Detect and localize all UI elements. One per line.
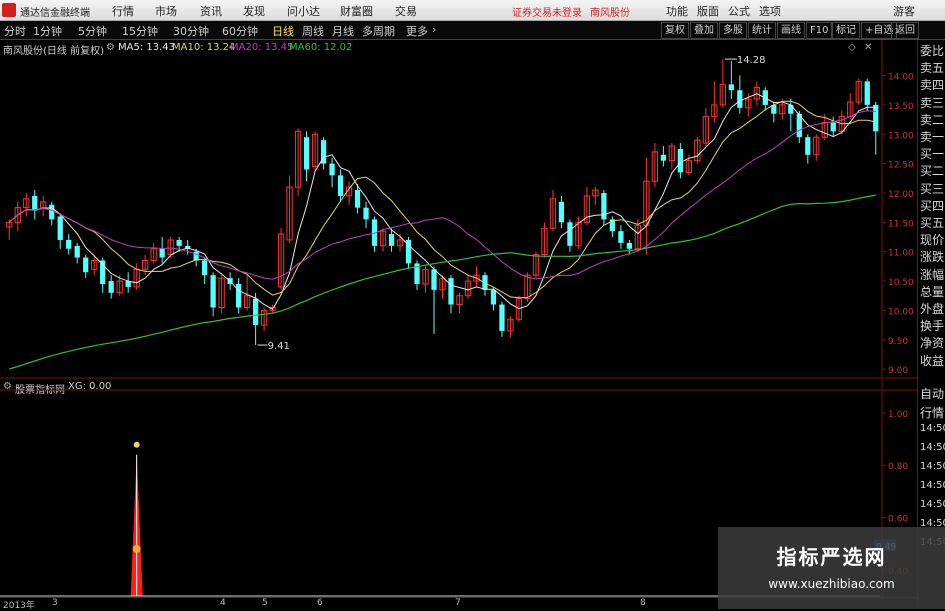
quote-field-label: 卖五 <box>920 61 945 76</box>
candle-down <box>677 148 683 173</box>
trade-time: 14:50 <box>920 442 945 453</box>
quote-field-label: 总量 <box>920 284 945 299</box>
candle-down <box>176 239 182 246</box>
candle-down <box>873 104 879 132</box>
candle-down <box>57 216 63 240</box>
candle-down <box>235 283 242 308</box>
sub-tick-label: 0.60 <box>888 515 908 525</box>
trade-time: 14:50 <box>920 461 945 472</box>
candle-down <box>252 298 259 326</box>
quote-field-label: 买二 <box>920 164 945 179</box>
x-tick-label: 5 <box>262 598 268 608</box>
signal-marker-icon <box>132 544 141 553</box>
quote-field-label: 涨幅 <box>920 267 945 282</box>
candle-down <box>830 122 836 132</box>
candle-down <box>788 104 794 114</box>
candle-down <box>626 242 633 249</box>
candle-down <box>363 207 369 220</box>
kline-chart[interactable]: 14.00 13.50 13.00 12.50 12.00 11.50 11.00 10.50… <box>0 0 917 597</box>
candle-down <box>864 81 870 105</box>
quote-field-label: 卖三 <box>920 95 945 110</box>
price-tick-label: 12.50 <box>888 161 914 171</box>
right-info-panel: 委比卖五卖四卖三卖二卖一买一买二买三买四买五现价涨跌涨幅总量外盘换手净资收益自动… <box>917 40 945 609</box>
candle-down <box>32 195 38 211</box>
quote-field-label: 卖二 <box>920 112 945 127</box>
candle-down <box>337 175 344 196</box>
quote-field-label: 买五 <box>920 216 945 230</box>
quote-field-label: 净资 <box>920 336 945 351</box>
candle-down <box>354 190 361 208</box>
low-price-label: 9.41 <box>268 341 290 352</box>
sub-tick-label: 0.80 <box>888 462 908 472</box>
sub-tick-label: 1.00 <box>888 410 908 420</box>
candle-down <box>74 245 80 258</box>
quote-field-label: 外盘 <box>920 302 945 316</box>
price-tick-label: 11.00 <box>888 249 914 259</box>
auto-quote-label[interactable]: 行情 <box>920 404 944 421</box>
candle-down <box>737 90 743 108</box>
candle-down <box>448 278 454 305</box>
ma20-line <box>8 110 876 280</box>
x-tick-label: 2013年 <box>3 601 35 611</box>
candle-down <box>499 304 505 331</box>
quote-field-label: 换手 <box>920 319 945 334</box>
candle-down <box>388 234 395 246</box>
quote-field-label: 买三 <box>920 181 945 196</box>
high-price-label: 14.28 <box>737 55 766 66</box>
candle-down <box>159 248 165 258</box>
candle-down <box>805 137 811 155</box>
candle-down <box>210 275 216 308</box>
price-tick-label: 9.50 <box>888 337 908 347</box>
quote-field-label: 卖四 <box>920 78 945 93</box>
candle-down <box>193 251 199 261</box>
ma10-line <box>8 100 876 299</box>
candle-down <box>431 269 437 290</box>
trade-time: 14:50 <box>920 499 945 510</box>
x-tick-label: 8 <box>640 598 646 608</box>
candle-down <box>567 222 573 246</box>
watermark: 指标严选网 www.xuezhibiao.com <box>718 527 945 609</box>
price-tick-label: 10.50 <box>888 278 914 288</box>
watermark-title: 指标严选网 <box>776 545 887 569</box>
quote-field-label: 收益 <box>920 353 945 368</box>
auto-quote-label[interactable]: 自动 <box>920 385 944 402</box>
signal-dot-icon <box>133 441 140 448</box>
candle-down <box>601 192 607 220</box>
quote-field-label: 涨跌 <box>920 250 945 265</box>
x-tick-label: 4 <box>220 598 226 608</box>
price-tick-label: 10.00 <box>888 307 914 317</box>
candle-down <box>329 163 335 176</box>
quote-field-label: 买四 <box>920 198 945 213</box>
candle-down <box>303 137 310 170</box>
candle-down <box>728 84 734 91</box>
trade-time: 14:50 <box>920 423 945 434</box>
trade-time: 14:50 <box>920 480 945 491</box>
candle-down <box>108 281 114 293</box>
candle-down <box>558 201 565 223</box>
price-tick-label: 13.50 <box>888 102 914 112</box>
candle-down <box>83 257 89 273</box>
x-tick-label: 3 <box>52 598 58 608</box>
price-tick-label: 13.00 <box>888 131 914 141</box>
candle-down <box>49 204 55 220</box>
x-tick-label: 6 <box>317 598 323 608</box>
watermark-url: www.xuezhibiao.com <box>768 577 895 591</box>
candle-down <box>660 154 667 161</box>
candle-down <box>66 239 72 249</box>
quote-field-label: 现价 <box>920 233 945 248</box>
quote-field-label: 买一 <box>920 147 945 162</box>
candle-down <box>202 260 208 276</box>
price-tick-label: 11.50 <box>888 219 914 229</box>
price-tick-label: 9.00 <box>888 366 908 376</box>
x-tick-label: 7 <box>455 598 461 608</box>
candle-down <box>490 289 497 305</box>
price-tick-label: 12.00 <box>888 190 914 200</box>
quote-field-label: 委比 <box>920 44 945 58</box>
quote-field-label: 卖一 <box>920 130 945 144</box>
candle-down <box>618 231 624 243</box>
price-tick-label: 14.00 <box>888 73 914 83</box>
